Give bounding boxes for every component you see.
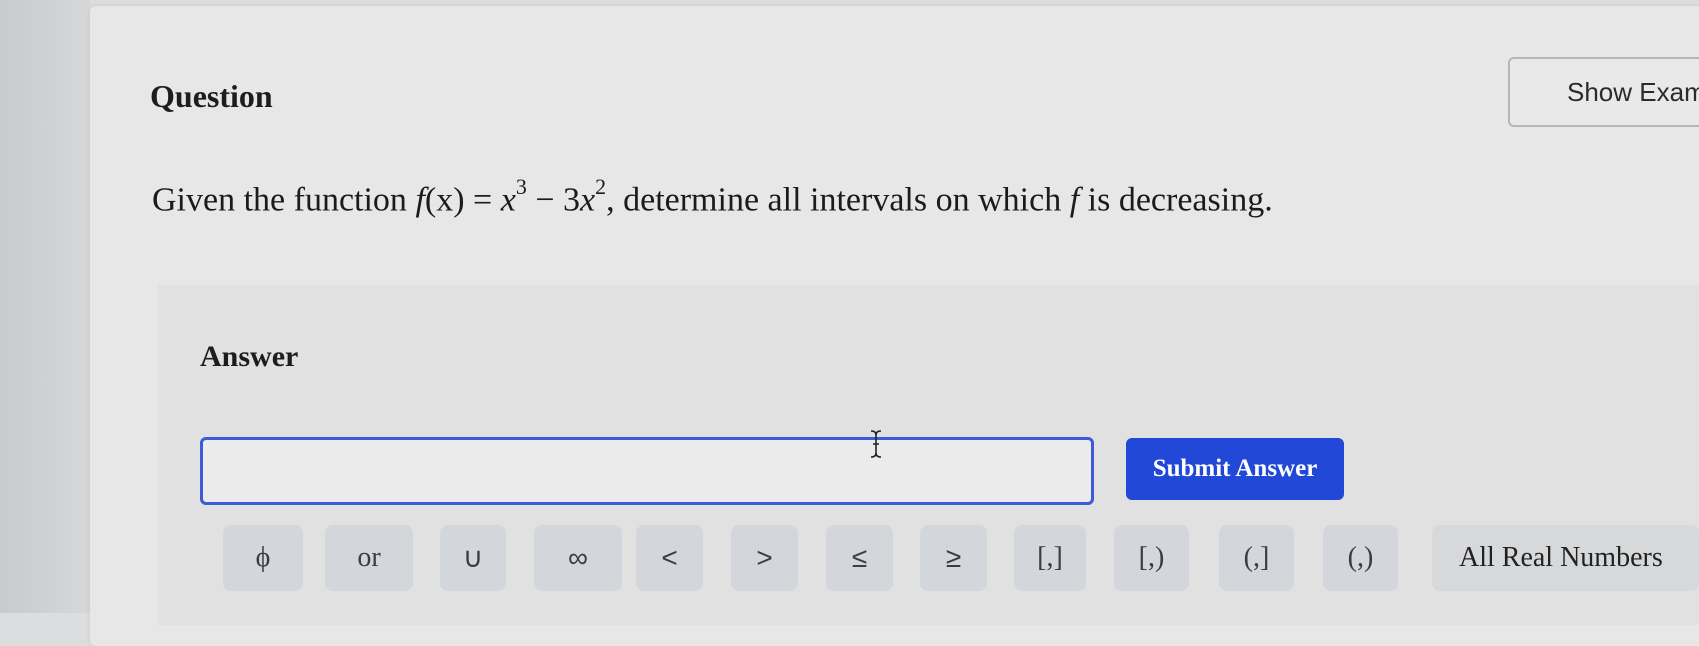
symbol-open-closed-interval-button[interactable]: (,]: [1219, 525, 1294, 591]
symbol-empty-set-button[interactable]: ϕ: [223, 525, 303, 591]
function-arg: (x): [424, 181, 465, 219]
equals-sign: =: [464, 181, 501, 219]
prompt-text-middle: , determine all intervals on which: [606, 181, 1070, 219]
show-example-button[interactable]: Show Exam: [1508, 57, 1699, 127]
prompt-variable: f: [1069, 181, 1080, 219]
term2-coefficient: 3: [563, 181, 581, 219]
symbol-or-button[interactable]: or: [325, 525, 413, 591]
term2-base: x: [580, 181, 596, 219]
symbol-less-than-button[interactable]: <: [636, 525, 703, 591]
term1-exponent: 3: [515, 174, 527, 199]
symbol-open-interval-button[interactable]: (,): [1323, 525, 1398, 591]
prompt-text-end: is decreasing.: [1079, 181, 1273, 219]
answer-label: Answer: [200, 340, 299, 373]
function-name: f: [415, 181, 425, 219]
prompt-text-start: Given the function: [152, 181, 416, 219]
text-cursor-icon: [870, 430, 882, 458]
question-title: Question: [150, 78, 273, 114]
symbol-closed-interval-button[interactable]: [,]: [1014, 525, 1086, 591]
symbol-greater-equal-button[interactable]: ≥: [920, 525, 987, 591]
symbol-infinity-button[interactable]: ∞: [534, 525, 622, 591]
backdrop: [0, 0, 90, 613]
symbol-greater-than-button[interactable]: >: [731, 525, 798, 591]
submit-answer-button[interactable]: Submit Answer: [1126, 438, 1344, 500]
term1-base: x: [500, 181, 516, 219]
symbol-closed-open-interval-button[interactable]: [,): [1114, 525, 1189, 591]
term2-exponent: 2: [595, 174, 607, 199]
minus-sign: −: [526, 181, 564, 219]
all-real-numbers-button[interactable]: All Real Numbers: [1432, 525, 1699, 591]
question-prompt: Given the function f(x) = x3 − 3x2, dete…: [152, 174, 1273, 219]
answer-input[interactable]: [200, 437, 1094, 505]
symbol-union-button[interactable]: ∪: [440, 525, 506, 591]
symbol-less-equal-button[interactable]: ≤: [826, 525, 893, 591]
